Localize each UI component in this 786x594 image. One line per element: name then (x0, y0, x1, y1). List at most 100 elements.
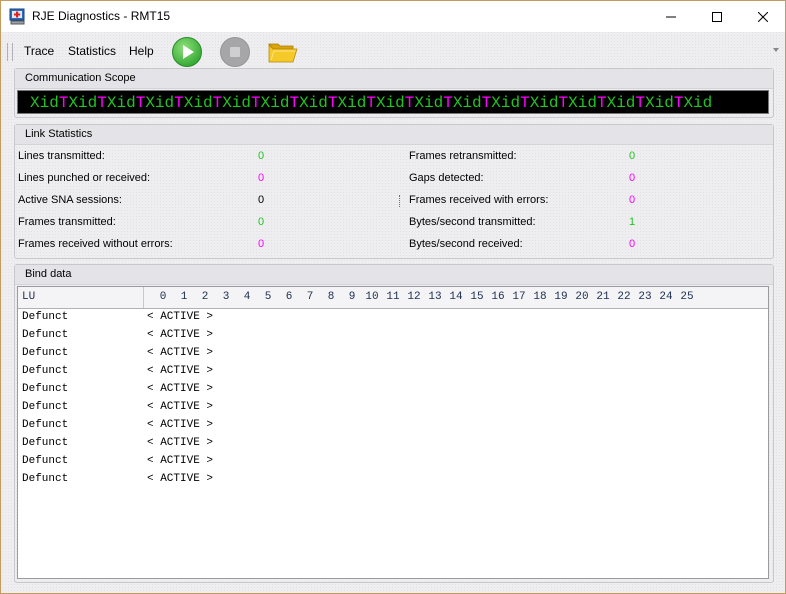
menu-help[interactable]: Help (129, 44, 154, 58)
table-row[interactable]: Defunct < ACTIVE > (18, 471, 768, 489)
stat-label: Lines punched or received: (18, 172, 151, 184)
stat-value: 0 (629, 150, 636, 162)
table-row[interactable]: Defunct < ACTIVE > (18, 417, 768, 435)
header-column[interactable]: 20 (572, 291, 592, 303)
title-bar[interactable]: RJE Diagnostics - RMT15 (1, 1, 785, 32)
window-title: RJE Diagnostics - RMT15 (32, 9, 171, 23)
bind-data-table[interactable]: LU 0 1 2 3 4 5 6 7 8 9 10 11 12 13 14 15 16 17 18 19 20 21 22 2… (17, 286, 769, 579)
close-icon (758, 11, 768, 22)
status-cell: < ACTIVE > (147, 473, 214, 485)
open-folder-button[interactable] (267, 36, 299, 68)
table-row[interactable]: Defunct < ACTIVE > (18, 363, 768, 381)
lu-cell: Defunct (22, 419, 69, 431)
header-column[interactable]: 0 (153, 291, 173, 303)
header-column[interactable]: 11 (383, 291, 403, 303)
menu-trace[interactable]: Trace (24, 44, 54, 58)
status-cell: < ACTIVE > (147, 437, 214, 449)
stat-label: Lines transmitted: (18, 150, 105, 162)
stat-label: Frames received without errors: (18, 238, 173, 250)
table-row[interactable]: Defunct < ACTIVE > (18, 309, 768, 327)
header-column[interactable]: 12 (404, 291, 424, 303)
header-column[interactable]: 10 (362, 291, 382, 303)
stat-value: 0 (258, 194, 265, 206)
app-window: RJE Diagnostics - RMT15 Trace Statistics… (0, 0, 786, 594)
header-column[interactable]: 24 (656, 291, 676, 303)
status-cell: < ACTIVE > (147, 329, 214, 341)
header-column[interactable]: 1 (174, 291, 194, 303)
header-column[interactable]: 19 (551, 291, 571, 303)
status-cell: < ACTIVE > (147, 347, 214, 359)
header-column[interactable]: 7 (300, 291, 320, 303)
splitter-handle[interactable] (399, 195, 402, 207)
communication-scope-display: XidTXidTXidTXidTXidTXidTXidTXidTXidTXidT… (17, 90, 769, 114)
table-row[interactable]: Defunct < ACTIVE > (18, 453, 768, 471)
column-separator[interactable] (143, 287, 144, 308)
bind-data-header: LU 0 1 2 3 4 5 6 7 8 9 10 11 12 13 14 15 16 17 18 19 20 21 22 2… (18, 287, 768, 309)
header-column[interactable]: 9 (342, 291, 362, 303)
menu-statistics[interactable]: Statistics (68, 44, 116, 58)
header-column[interactable]: 14 (446, 291, 466, 303)
maximize-button[interactable] (694, 1, 740, 32)
status-cell: < ACTIVE > (147, 419, 214, 431)
header-column[interactable]: 18 (530, 291, 550, 303)
close-button[interactable] (740, 1, 786, 32)
header-column[interactable]: 16 (488, 291, 508, 303)
stat-value: 1 (629, 216, 636, 228)
header-column[interactable]: 3 (216, 291, 236, 303)
status-cell: < ACTIVE > (147, 455, 214, 467)
toolbar-grip[interactable] (7, 43, 13, 61)
table-row[interactable]: Defunct < ACTIVE > (18, 435, 768, 453)
bind-data-panel: Bind data LU 0 1 2 3 4 5 6 7 8 9 10 11 12 13 14 15 16 17 1… (14, 264, 774, 583)
table-row[interactable]: Defunct < ACTIVE > (18, 399, 768, 417)
stat-value: 0 (258, 216, 265, 228)
table-row[interactable]: Defunct < ACTIVE > (18, 327, 768, 345)
toolbar-overflow-icon[interactable] (773, 48, 779, 52)
minimize-icon (666, 16, 676, 17)
header-column[interactable]: 8 (321, 291, 341, 303)
stat-value: 0 (629, 194, 636, 206)
lu-cell: Defunct (22, 347, 69, 359)
status-cell: < ACTIVE > (147, 383, 214, 395)
status-cell: < ACTIVE > (147, 311, 214, 323)
start-trace-button[interactable] (171, 36, 203, 68)
communication-scope-title: Communication Scope (15, 69, 773, 89)
stat-label: Frames received with errors: (409, 194, 549, 206)
header-lu[interactable]: LU (22, 291, 35, 303)
bind-data-title: Bind data (15, 265, 773, 285)
stat-value: 0 (258, 172, 265, 184)
link-statistics-panel: Link Statistics Lines transmitted: 0 Lines… (14, 124, 774, 259)
stop-trace-button[interactable] (219, 36, 251, 68)
header-column[interactable]: 21 (593, 291, 613, 303)
table-row[interactable]: Defunct < ACTIVE > (18, 345, 768, 363)
stat-label: Active SNA sessions: (18, 194, 122, 206)
stat-label: Gaps detected: (409, 172, 484, 184)
minimize-button[interactable] (648, 1, 694, 32)
link-statistics-title: Link Statistics (15, 125, 773, 145)
header-column[interactable]: 13 (425, 291, 445, 303)
header-column[interactable]: 22 (614, 291, 634, 303)
header-column[interactable]: 4 (237, 291, 257, 303)
lu-cell: Defunct (22, 311, 69, 323)
stop-icon (230, 47, 240, 57)
communication-scope-panel: Communication Scope XidTXidTXidTXidTXidT… (14, 68, 774, 118)
lu-cell: Defunct (22, 473, 69, 485)
maximize-icon (712, 11, 722, 22)
app-icon (9, 8, 25, 25)
header-column[interactable]: 15 (467, 291, 487, 303)
scope-text: XidTXidTXidTXidTXidTXidTXidTXidTXidTXidT… (30, 94, 713, 112)
lu-cell: Defunct (22, 365, 69, 377)
status-cell: < ACTIVE > (147, 401, 214, 413)
lu-cell: Defunct (22, 383, 69, 395)
stat-label: Frames transmitted: (18, 216, 116, 228)
header-column[interactable]: 6 (279, 291, 299, 303)
table-row[interactable]: Defunct < ACTIVE > (18, 381, 768, 399)
stat-value: 0 (258, 238, 265, 250)
stat-value: 0 (629, 172, 636, 184)
header-column[interactable]: 23 (635, 291, 655, 303)
header-column[interactable]: 25 (677, 291, 697, 303)
status-cell: < ACTIVE > (147, 365, 214, 377)
header-column[interactable]: 17 (509, 291, 529, 303)
header-column[interactable]: 2 (195, 291, 215, 303)
header-column[interactable]: 5 (258, 291, 278, 303)
stat-value: 0 (258, 150, 265, 162)
